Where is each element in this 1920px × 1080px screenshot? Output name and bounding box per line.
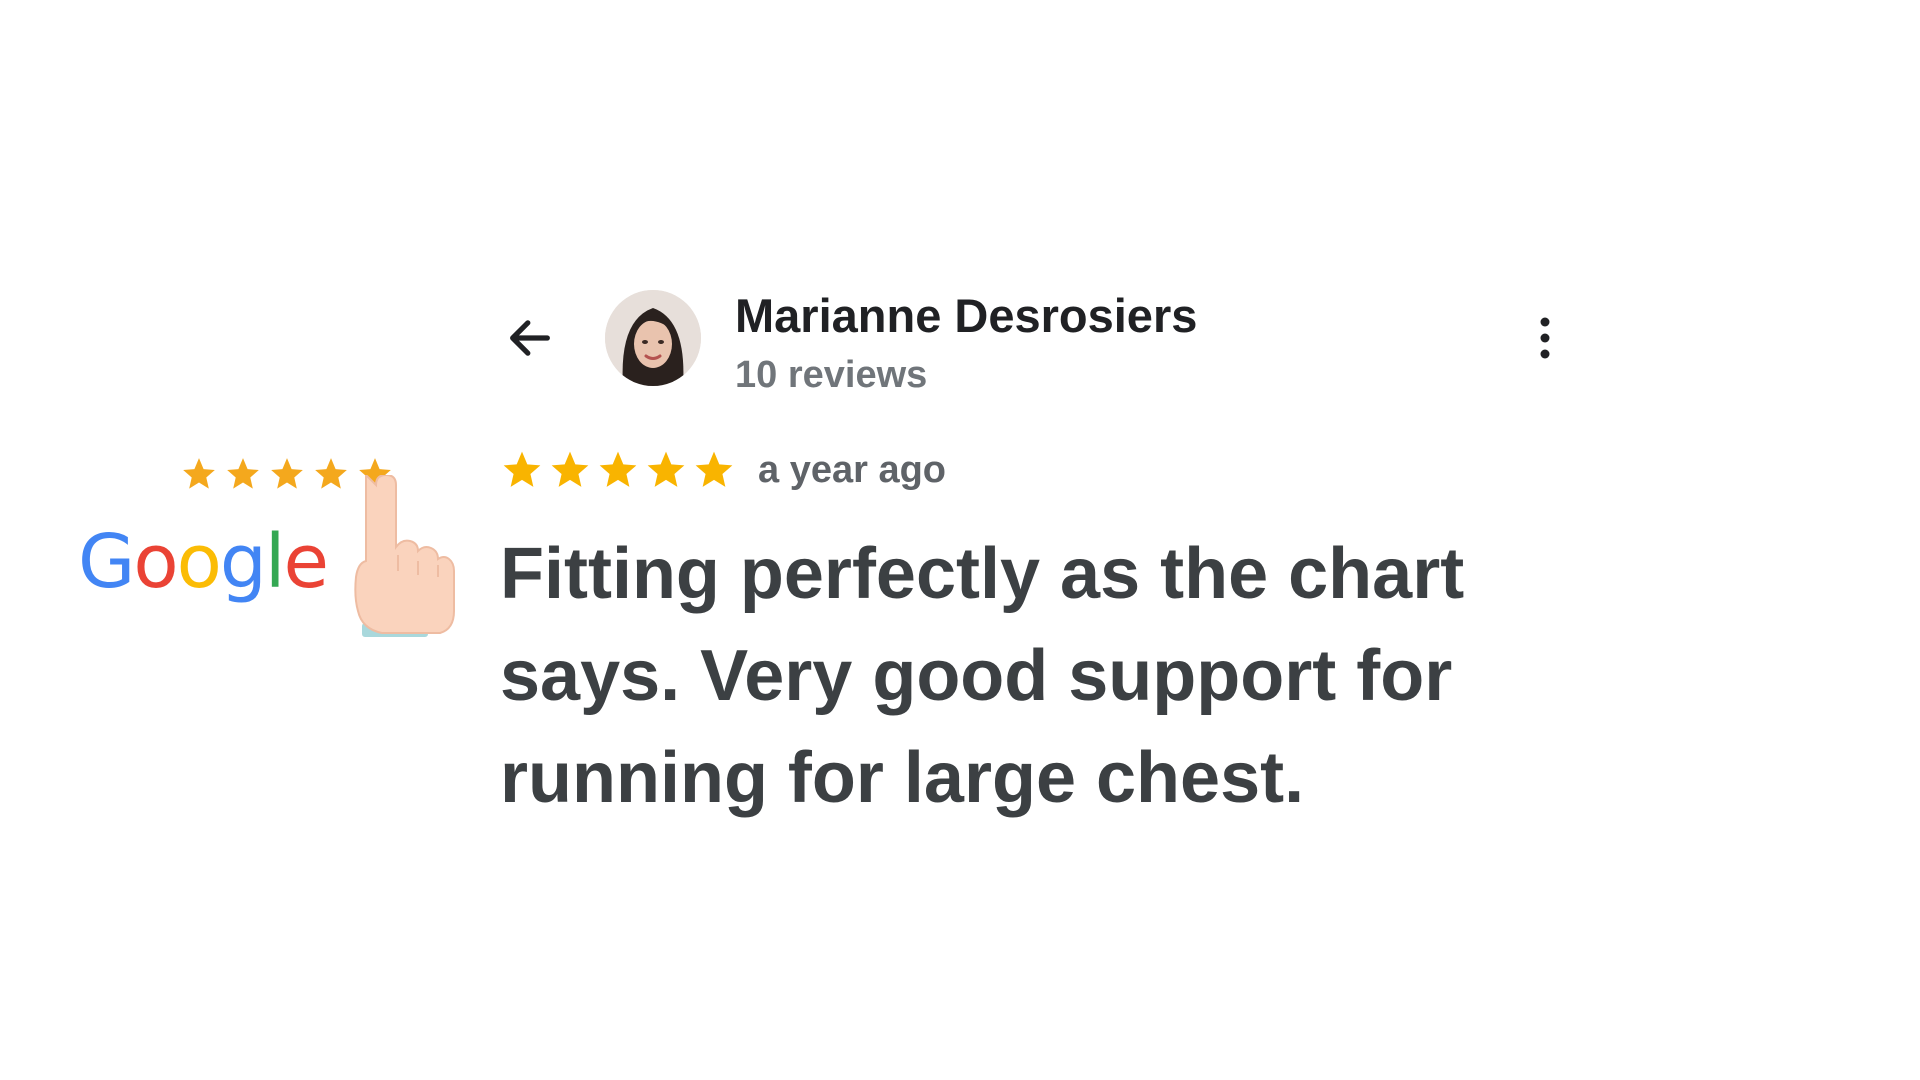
avatar[interactable] bbox=[605, 290, 701, 386]
reviewer-name[interactable]: Marianne Desrosiers bbox=[735, 288, 1197, 343]
star-icon bbox=[647, 451, 685, 487]
star-icon bbox=[695, 451, 733, 487]
back-button[interactable] bbox=[500, 308, 560, 368]
rating-stars bbox=[500, 448, 736, 492]
more-options-button[interactable] bbox=[1520, 308, 1570, 368]
logo-letter: l bbox=[264, 519, 286, 605]
star-icon bbox=[551, 451, 589, 487]
more-vert-icon bbox=[1540, 317, 1550, 359]
logo-letter: e bbox=[283, 519, 329, 605]
logo-letter: g bbox=[219, 519, 267, 605]
logo-letter: o bbox=[133, 519, 178, 605]
page-canvas: Google Marianne Desrosiers 10 reviews a … bbox=[0, 0, 1920, 1080]
pointing-hand-icon bbox=[354, 475, 455, 637]
rating-row: a year ago bbox=[500, 448, 946, 492]
logo-letter: G bbox=[78, 519, 135, 605]
star-icon bbox=[271, 458, 303, 489]
google-review-badge: Google bbox=[70, 455, 470, 645]
review-text: Fitting perfectly as the chart says. Ver… bbox=[500, 534, 1465, 818]
review-card: Marianne Desrosiers 10 reviews a year ag… bbox=[500, 278, 1580, 838]
avatar-photo bbox=[605, 290, 701, 386]
star-icon bbox=[227, 458, 259, 489]
star-icon bbox=[503, 451, 541, 487]
logo-letter: o bbox=[176, 519, 222, 605]
review-count: 10 reviews bbox=[735, 354, 928, 396]
back-arrow-icon bbox=[510, 320, 550, 356]
google-logo: Google bbox=[78, 525, 329, 599]
star-icon bbox=[599, 451, 637, 487]
review-time: a year ago bbox=[758, 448, 946, 491]
star-icon bbox=[183, 458, 215, 489]
